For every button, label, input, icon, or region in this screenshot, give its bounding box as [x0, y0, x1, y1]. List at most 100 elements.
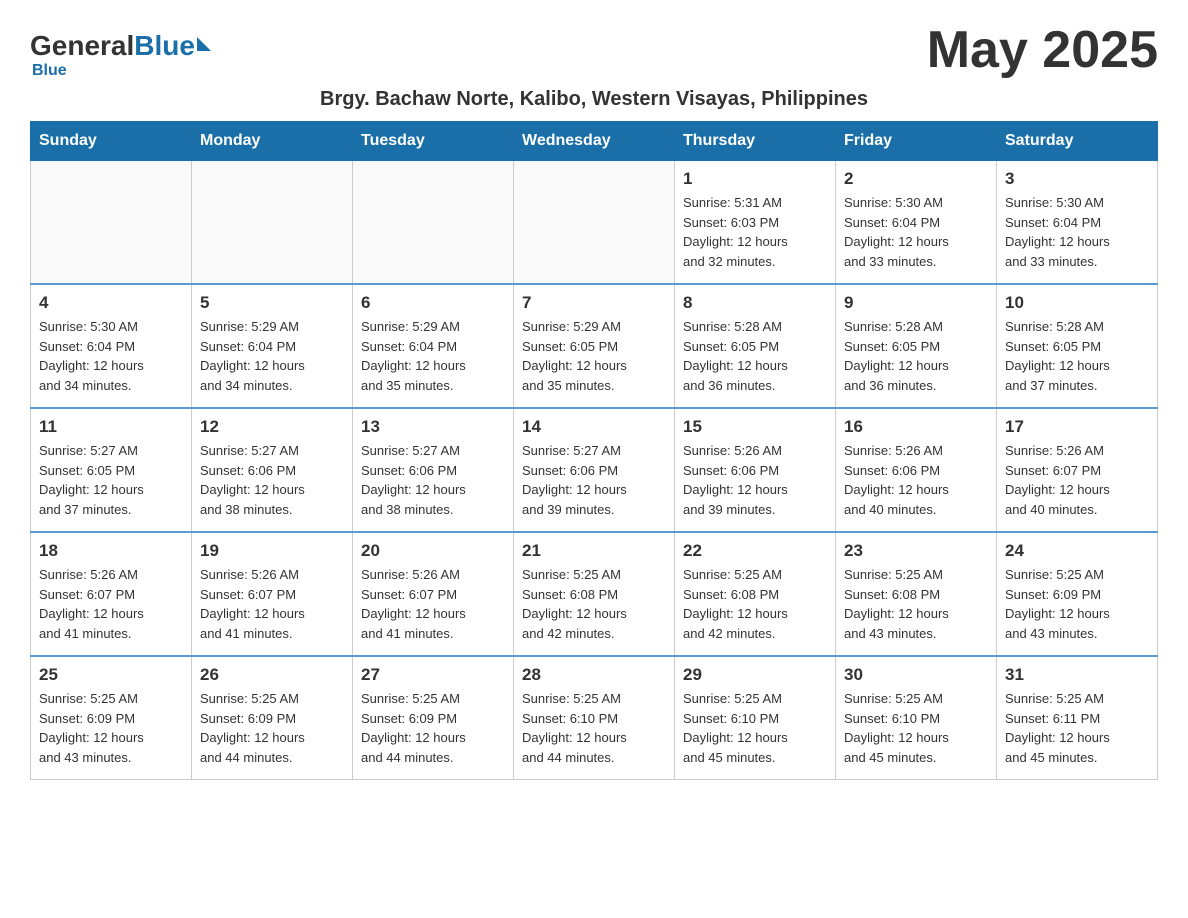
- day-of-week-header: Saturday: [997, 122, 1158, 161]
- calendar-cell: [192, 161, 353, 285]
- calendar-cell: 26 Sunrise: 5:25 AM Sunset: 6:09 PM Dayli…: [192, 656, 353, 780]
- calendar-table: SundayMondayTuesdayWednesdayThursdayFrid…: [30, 121, 1158, 780]
- calendar-cell: 28Sunrise: 5:25 AM Sunset: 6:10 PM Dayli…: [514, 656, 675, 780]
- day-number: 3: [1005, 169, 1149, 189]
- day-info: Sunrise: 5:25 AM Sunset: 6:09 PM Dayligh…: [39, 689, 183, 767]
- day-number: 31: [1005, 665, 1149, 685]
- day-info: Sunrise: 5:28 AM Sunset: 6:05 PM Dayligh…: [844, 317, 988, 395]
- day-number: 7: [522, 293, 666, 313]
- calendar-cell: 7Sunrise: 5:29 AM Sunset: 6:05 PM Daylig…: [514, 284, 675, 408]
- calendar-cell: 6 Sunrise: 5:29 AM Sunset: 6:04 PM Daylig…: [353, 284, 514, 408]
- calendar-cell: 21 Sunrise: 5:25 AM Sunset: 6:08 PM Dayli…: [514, 532, 675, 656]
- calendar-cell: 4 Sunrise: 5:30 AM Sunset: 6:04 PM Daylig…: [31, 284, 192, 408]
- calendar-cell: 12 Sunrise: 5:27 AM Sunset: 6:06 PM Dayli…: [192, 408, 353, 532]
- day-info: Sunrise: 5:26 AM Sunset: 6:07 PM Dayligh…: [361, 565, 505, 643]
- day-info: Sunrise: 5:25 AM Sunset: 6:08 PM Dayligh…: [844, 565, 988, 643]
- month-title: May 2025: [927, 20, 1158, 80]
- day-of-week-header: Friday: [836, 122, 997, 161]
- logo: General Blue Blue: [30, 20, 211, 80]
- day-info: Sunrise: 5:25 AM Sunset: 6:08 PM Dayligh…: [683, 565, 827, 643]
- day-info: Sunrise: 5:26 AM Sunset: 6:06 PM Dayligh…: [844, 441, 988, 519]
- day-number: 5: [200, 293, 344, 313]
- day-info: Sunrise: 5:30 AM Sunset: 6:04 PM Dayligh…: [39, 317, 183, 395]
- day-info: Sunrise: 5:27 AM Sunset: 6:05 PM Dayligh…: [39, 441, 183, 519]
- day-info: Sunrise: 5:26 AM Sunset: 6:07 PM Dayligh…: [200, 565, 344, 643]
- calendar-week-row: 1Sunrise: 5:31 AM Sunset: 6:03 PM Daylig…: [31, 161, 1158, 285]
- day-info: Sunrise: 5:25 AM Sunset: 6:08 PM Dayligh…: [522, 565, 666, 643]
- calendar-cell: 18Sunrise: 5:26 AM Sunset: 6:07 PM Dayli…: [31, 532, 192, 656]
- calendar-cell: 3 Sunrise: 5:30 AM Sunset: 6:04 PM Daylig…: [997, 161, 1158, 285]
- day-info: Sunrise: 5:25 AM Sunset: 6:10 PM Dayligh…: [683, 689, 827, 767]
- calendar-cell: 13Sunrise: 5:27 AM Sunset: 6:06 PM Dayli…: [353, 408, 514, 532]
- day-info: Sunrise: 5:29 AM Sunset: 6:04 PM Dayligh…: [361, 317, 505, 395]
- calendar-cell: 11 Sunrise: 5:27 AM Sunset: 6:05 PM Dayli…: [31, 408, 192, 532]
- day-info: Sunrise: 5:25 AM Sunset: 6:09 PM Dayligh…: [200, 689, 344, 767]
- day-info: Sunrise: 5:25 AM Sunset: 6:09 PM Dayligh…: [1005, 565, 1149, 643]
- day-info: Sunrise: 5:26 AM Sunset: 6:06 PM Dayligh…: [683, 441, 827, 519]
- day-number: 10: [1005, 293, 1149, 313]
- day-number: 14: [522, 417, 666, 437]
- calendar-cell: 29Sunrise: 5:25 AM Sunset: 6:10 PM Dayli…: [675, 656, 836, 780]
- page-header: General Blue Blue May 2025: [30, 20, 1158, 80]
- day-number: 15: [683, 417, 827, 437]
- day-number: 26: [200, 665, 344, 685]
- logo-general-text: General: [30, 30, 134, 62]
- calendar-week-row: 11 Sunrise: 5:27 AM Sunset: 6:05 PM Dayli…: [31, 408, 1158, 532]
- calendar-cell: 19Sunrise: 5:26 AM Sunset: 6:07 PM Dayli…: [192, 532, 353, 656]
- logo-blue-label: Blue: [32, 62, 67, 80]
- day-number: 30: [844, 665, 988, 685]
- day-info: Sunrise: 5:27 AM Sunset: 6:06 PM Dayligh…: [200, 441, 344, 519]
- calendar-subtitle: Brgy. Bachaw Norte, Kalibo, Western Visa…: [30, 88, 1158, 111]
- day-info: Sunrise: 5:25 AM Sunset: 6:09 PM Dayligh…: [361, 689, 505, 767]
- day-number: 16: [844, 417, 988, 437]
- day-number: 2: [844, 169, 988, 189]
- day-info: Sunrise: 5:29 AM Sunset: 6:04 PM Dayligh…: [200, 317, 344, 395]
- calendar-cell: 24 Sunrise: 5:25 AM Sunset: 6:09 PM Dayli…: [997, 532, 1158, 656]
- logo-blue-text: Blue: [134, 30, 195, 62]
- logo-triangle-icon: [197, 37, 211, 51]
- day-number: 6: [361, 293, 505, 313]
- calendar-cell: 10Sunrise: 5:28 AM Sunset: 6:05 PM Dayli…: [997, 284, 1158, 408]
- day-of-week-header: Sunday: [31, 122, 192, 161]
- day-number: 13: [361, 417, 505, 437]
- day-info: Sunrise: 5:30 AM Sunset: 6:04 PM Dayligh…: [844, 193, 988, 271]
- calendar-cell: 20 Sunrise: 5:26 AM Sunset: 6:07 PM Dayli…: [353, 532, 514, 656]
- day-of-week-header: Wednesday: [514, 122, 675, 161]
- day-info: Sunrise: 5:25 AM Sunset: 6:11 PM Dayligh…: [1005, 689, 1149, 767]
- calendar-cell: 27Sunrise: 5:25 AM Sunset: 6:09 PM Dayli…: [353, 656, 514, 780]
- calendar-header-row: SundayMondayTuesdayWednesdayThursdayFrid…: [31, 122, 1158, 161]
- calendar-week-row: 18Sunrise: 5:26 AM Sunset: 6:07 PM Dayli…: [31, 532, 1158, 656]
- calendar-cell: 23 Sunrise: 5:25 AM Sunset: 6:08 PM Dayli…: [836, 532, 997, 656]
- day-number: 20: [361, 541, 505, 561]
- day-info: Sunrise: 5:26 AM Sunset: 6:07 PM Dayligh…: [39, 565, 183, 643]
- day-number: 21: [522, 541, 666, 561]
- day-info: Sunrise: 5:28 AM Sunset: 6:05 PM Dayligh…: [683, 317, 827, 395]
- day-of-week-header: Thursday: [675, 122, 836, 161]
- day-number: 23: [844, 541, 988, 561]
- day-number: 8: [683, 293, 827, 313]
- day-info: Sunrise: 5:25 AM Sunset: 6:10 PM Dayligh…: [844, 689, 988, 767]
- calendar-cell: [353, 161, 514, 285]
- day-number: 22: [683, 541, 827, 561]
- day-number: 25: [39, 665, 183, 685]
- day-number: 11: [39, 417, 183, 437]
- day-of-week-header: Tuesday: [353, 122, 514, 161]
- calendar-cell: 9Sunrise: 5:28 AM Sunset: 6:05 PM Daylig…: [836, 284, 997, 408]
- calendar-cell: 16 Sunrise: 5:26 AM Sunset: 6:06 PM Dayli…: [836, 408, 997, 532]
- day-info: Sunrise: 5:30 AM Sunset: 6:04 PM Dayligh…: [1005, 193, 1149, 271]
- day-number: 17: [1005, 417, 1149, 437]
- day-number: 4: [39, 293, 183, 313]
- day-info: Sunrise: 5:26 AM Sunset: 6:07 PM Dayligh…: [1005, 441, 1149, 519]
- day-number: 12: [200, 417, 344, 437]
- calendar-cell: 22 Sunrise: 5:25 AM Sunset: 6:08 PM Dayli…: [675, 532, 836, 656]
- day-info: Sunrise: 5:25 AM Sunset: 6:10 PM Dayligh…: [522, 689, 666, 767]
- day-info: Sunrise: 5:31 AM Sunset: 6:03 PM Dayligh…: [683, 193, 827, 271]
- calendar-cell: 25 Sunrise: 5:25 AM Sunset: 6:09 PM Dayli…: [31, 656, 192, 780]
- calendar-cell: 17 Sunrise: 5:26 AM Sunset: 6:07 PM Dayli…: [997, 408, 1158, 532]
- day-of-week-header: Monday: [192, 122, 353, 161]
- calendar-cell: 14Sunrise: 5:27 AM Sunset: 6:06 PM Dayli…: [514, 408, 675, 532]
- calendar-cell: 5 Sunrise: 5:29 AM Sunset: 6:04 PM Daylig…: [192, 284, 353, 408]
- logo-blue-part: Blue: [134, 30, 211, 62]
- day-number: 24: [1005, 541, 1149, 561]
- calendar-cell: 8 Sunrise: 5:28 AM Sunset: 6:05 PM Daylig…: [675, 284, 836, 408]
